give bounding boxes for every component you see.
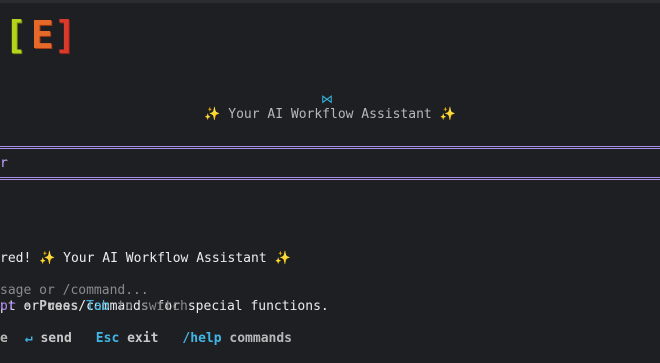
logo-right-bracket: ] bbox=[53, 13, 77, 57]
press-label: Press bbox=[39, 299, 79, 314]
prompt-input-box[interactable]: r bbox=[0, 146, 660, 180]
hint-separator: • bbox=[15, 299, 40, 314]
mode-label: or bbox=[0, 299, 16, 314]
app-subtitle: ✨ Your AI Workflow Assistant ✨ bbox=[0, 107, 660, 122]
enter-icon: ↵ bbox=[24, 331, 33, 346]
app-logo: [ E ] bbox=[0, 13, 77, 57]
logo-letter: E bbox=[30, 13, 54, 57]
bowtie-icon: ⋈ bbox=[321, 92, 333, 106]
footer-edge-char: e bbox=[0, 331, 8, 346]
sparkle-icon: ✨ bbox=[39, 251, 56, 266]
exit-shortcut-label[interactable]: exit bbox=[127, 331, 158, 346]
help-shortcut-label: commands bbox=[229, 331, 293, 346]
composer-placeholder[interactable]: sage or /command... bbox=[0, 283, 149, 299]
sparkle-icon: ✨ bbox=[274, 251, 291, 266]
welcome-title: Your AI Workflow Assistant bbox=[55, 251, 275, 266]
sparkle-icon: ✨ bbox=[204, 107, 221, 122]
switch-text: to switch bbox=[109, 299, 188, 314]
subtitle-text: Your AI Workflow Assistant bbox=[220, 107, 440, 122]
send-shortcut-label[interactable]: send bbox=[40, 331, 71, 346]
mode-hint: or • Press Tab to switch bbox=[0, 299, 188, 315]
window-top-edge bbox=[0, 0, 660, 3]
prompt-input-text[interactable]: r bbox=[0, 156, 8, 171]
esc-key: Esc bbox=[95, 331, 120, 346]
help-command-key[interactable]: /help bbox=[182, 331, 221, 346]
welcome-prefix: red! bbox=[0, 251, 40, 266]
welcome-line-1: red! ✨ Your AI Workflow Assistant ✨ bbox=[0, 251, 329, 267]
keyboard-shortcuts-bar: e ↵ send Esc exit/help commands bbox=[0, 331, 292, 347]
logo-left-bracket: [ bbox=[4, 13, 27, 57]
sparkle-icon: ✨ bbox=[439, 107, 456, 122]
tab-key: Tab bbox=[86, 299, 110, 314]
